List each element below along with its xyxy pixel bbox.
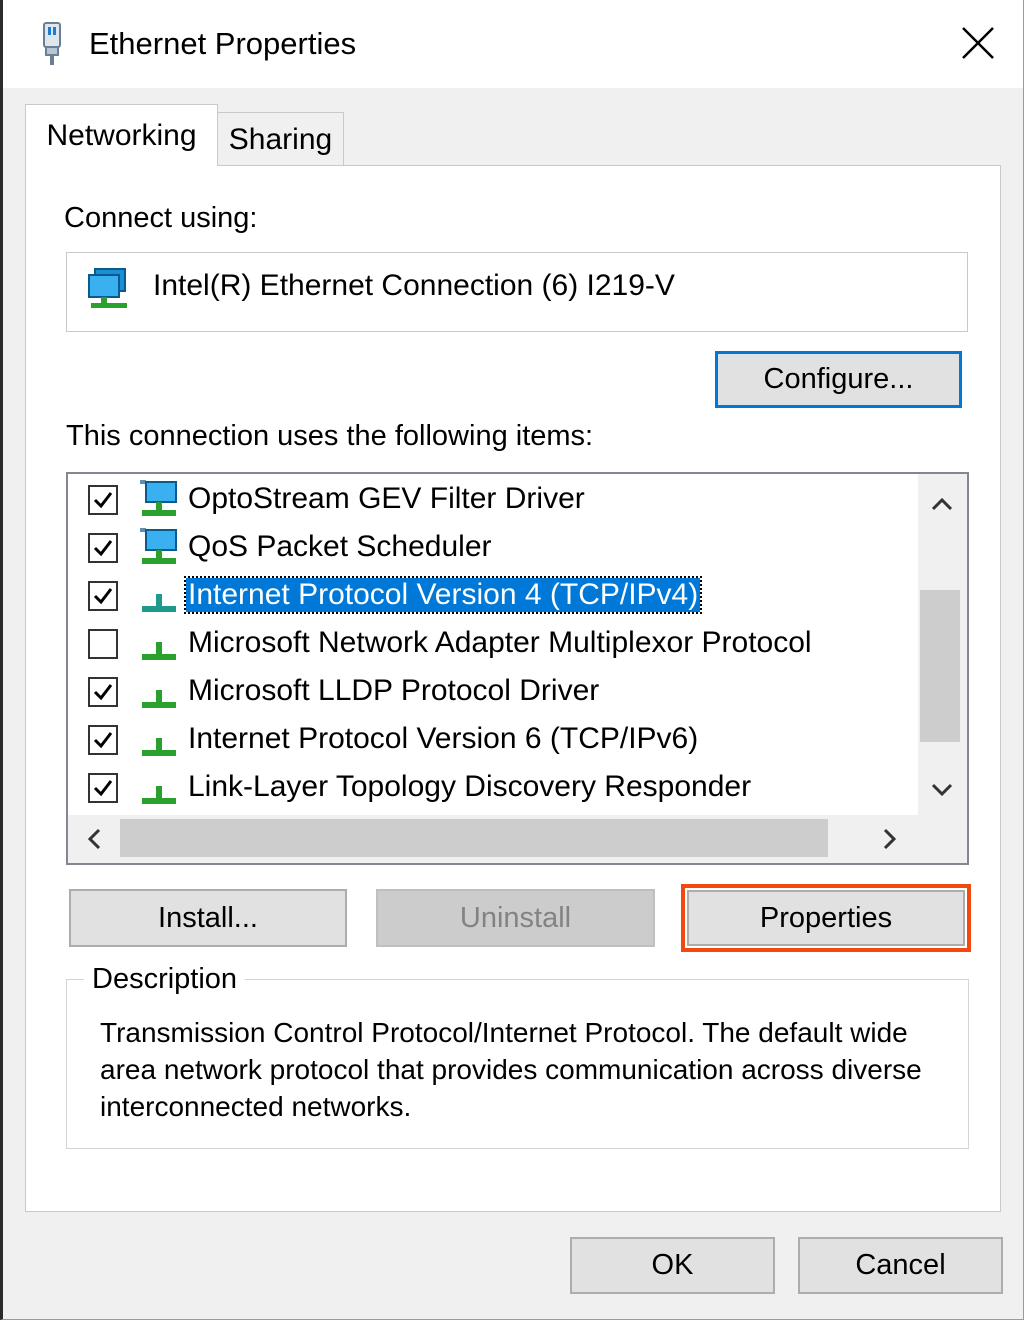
- checkmark-icon: [93, 540, 113, 557]
- tab-sharing[interactable]: Sharing: [218, 112, 344, 166]
- protocol-icon: [142, 690, 176, 708]
- install-button[interactable]: Install...: [69, 889, 347, 947]
- item-label: Link-Layer Topology Discovery Responder: [188, 770, 752, 803]
- item-checkbox[interactable]: [88, 629, 118, 659]
- horizontal-scroll-thumb[interactable]: [120, 819, 828, 857]
- properties-button[interactable]: Properties: [681, 884, 971, 952]
- configure-button[interactable]: Configure...: [715, 351, 962, 408]
- item-checkbox[interactable]: [88, 581, 118, 611]
- checkmark-icon: [93, 732, 113, 749]
- checkmark-icon: [93, 588, 113, 605]
- item-label: Microsoft Network Adapter Multiplexor Pr…: [188, 626, 812, 659]
- uninstall-button[interactable]: Uninstall: [376, 889, 655, 947]
- chevron-left-icon: [87, 828, 101, 850]
- chevron-right-icon: [883, 828, 897, 850]
- networking-panel: Connect using: Intel(R) Ethernet Connect…: [25, 165, 1001, 1212]
- scroll-corner: [918, 815, 967, 863]
- protocol-icon: [142, 738, 176, 756]
- item-label: Internet Protocol Version 6 (TCP/IPv6): [188, 722, 699, 755]
- close-button[interactable]: [947, 16, 1009, 70]
- ethernet-properties-dialog: Ethernet Properties Networking Sharing C…: [0, 0, 1024, 1320]
- description-text: Transmission Control Protocol/Internet P…: [100, 1017, 922, 1122]
- item-label: QoS Packet Scheduler: [188, 530, 492, 563]
- scroll-up-button[interactable]: [922, 484, 962, 524]
- protocol-icon: [142, 786, 176, 804]
- tab-networking[interactable]: Networking: [25, 104, 218, 166]
- network-service-icon: [140, 480, 177, 516]
- title-bar: Ethernet Properties: [3, 0, 1023, 88]
- checkmark-icon: [93, 780, 113, 797]
- close-icon: [962, 27, 994, 59]
- scroll-right-button[interactable]: [870, 819, 910, 859]
- item-checkbox[interactable]: [88, 773, 118, 803]
- protocol-icon: [142, 642, 176, 660]
- description-legend: Description: [84, 963, 246, 996]
- ethernet-plug-icon: [43, 22, 61, 65]
- item-checkbox[interactable]: [88, 533, 118, 563]
- item-checkbox[interactable]: [88, 677, 118, 707]
- checkmark-icon: [93, 492, 113, 509]
- list-item[interactable]: QoS Packet Scheduler: [68, 524, 918, 572]
- item-checkbox[interactable]: [88, 725, 118, 755]
- item-label: OptoStream GEV Filter Driver: [188, 482, 585, 515]
- vertical-scrollbar[interactable]: [918, 474, 967, 815]
- items-label: This connection uses the following items…: [66, 420, 594, 452]
- list-item[interactable]: Microsoft Network Adapter Multiplexor Pr…: [68, 620, 918, 668]
- chevron-up-icon: [931, 497, 953, 511]
- list-item-selected[interactable]: Internet Protocol Version 4 (TCP/IPv4): [68, 572, 918, 620]
- window-title: Ethernet Properties: [89, 26, 357, 61]
- list-item[interactable]: OptoStream GEV Filter Driver: [68, 476, 918, 524]
- chevron-down-icon: [931, 783, 953, 797]
- list-item[interactable]: Internet Protocol Version 6 (TCP/IPv6): [68, 716, 918, 764]
- network-adapter-icon: [88, 268, 127, 308]
- scroll-down-button[interactable]: [922, 770, 962, 810]
- horizontal-scrollbar[interactable]: [68, 815, 918, 863]
- protocol-icon: [142, 594, 176, 612]
- cancel-button[interactable]: Cancel: [798, 1237, 1003, 1294]
- ok-button[interactable]: OK: [570, 1237, 775, 1294]
- list-item[interactable]: Link-Layer Topology Discovery Responder: [68, 764, 918, 812]
- item-checkbox[interactable]: [88, 485, 118, 515]
- connect-using-label: Connect using:: [64, 202, 258, 234]
- item-label: Internet Protocol Version 4 (TCP/IPv4): [183, 576, 703, 614]
- network-service-icon: [140, 528, 177, 564]
- list-item[interactable]: Microsoft LLDP Protocol Driver: [68, 668, 918, 716]
- checkmark-icon: [93, 684, 113, 701]
- item-label: Microsoft LLDP Protocol Driver: [188, 674, 600, 707]
- scroll-left-button[interactable]: [74, 819, 114, 859]
- items-list[interactable]: OptoStream GEV Filter Driver QoS Packet …: [66, 472, 969, 865]
- vertical-scroll-thumb[interactable]: [920, 590, 960, 742]
- adapter-name: Intel(R) Ethernet Connection (6) I219-V: [153, 269, 675, 302]
- adapter-field: Intel(R) Ethernet Connection (6) I219-V: [66, 252, 968, 332]
- properties-button-label: Properties: [687, 890, 965, 946]
